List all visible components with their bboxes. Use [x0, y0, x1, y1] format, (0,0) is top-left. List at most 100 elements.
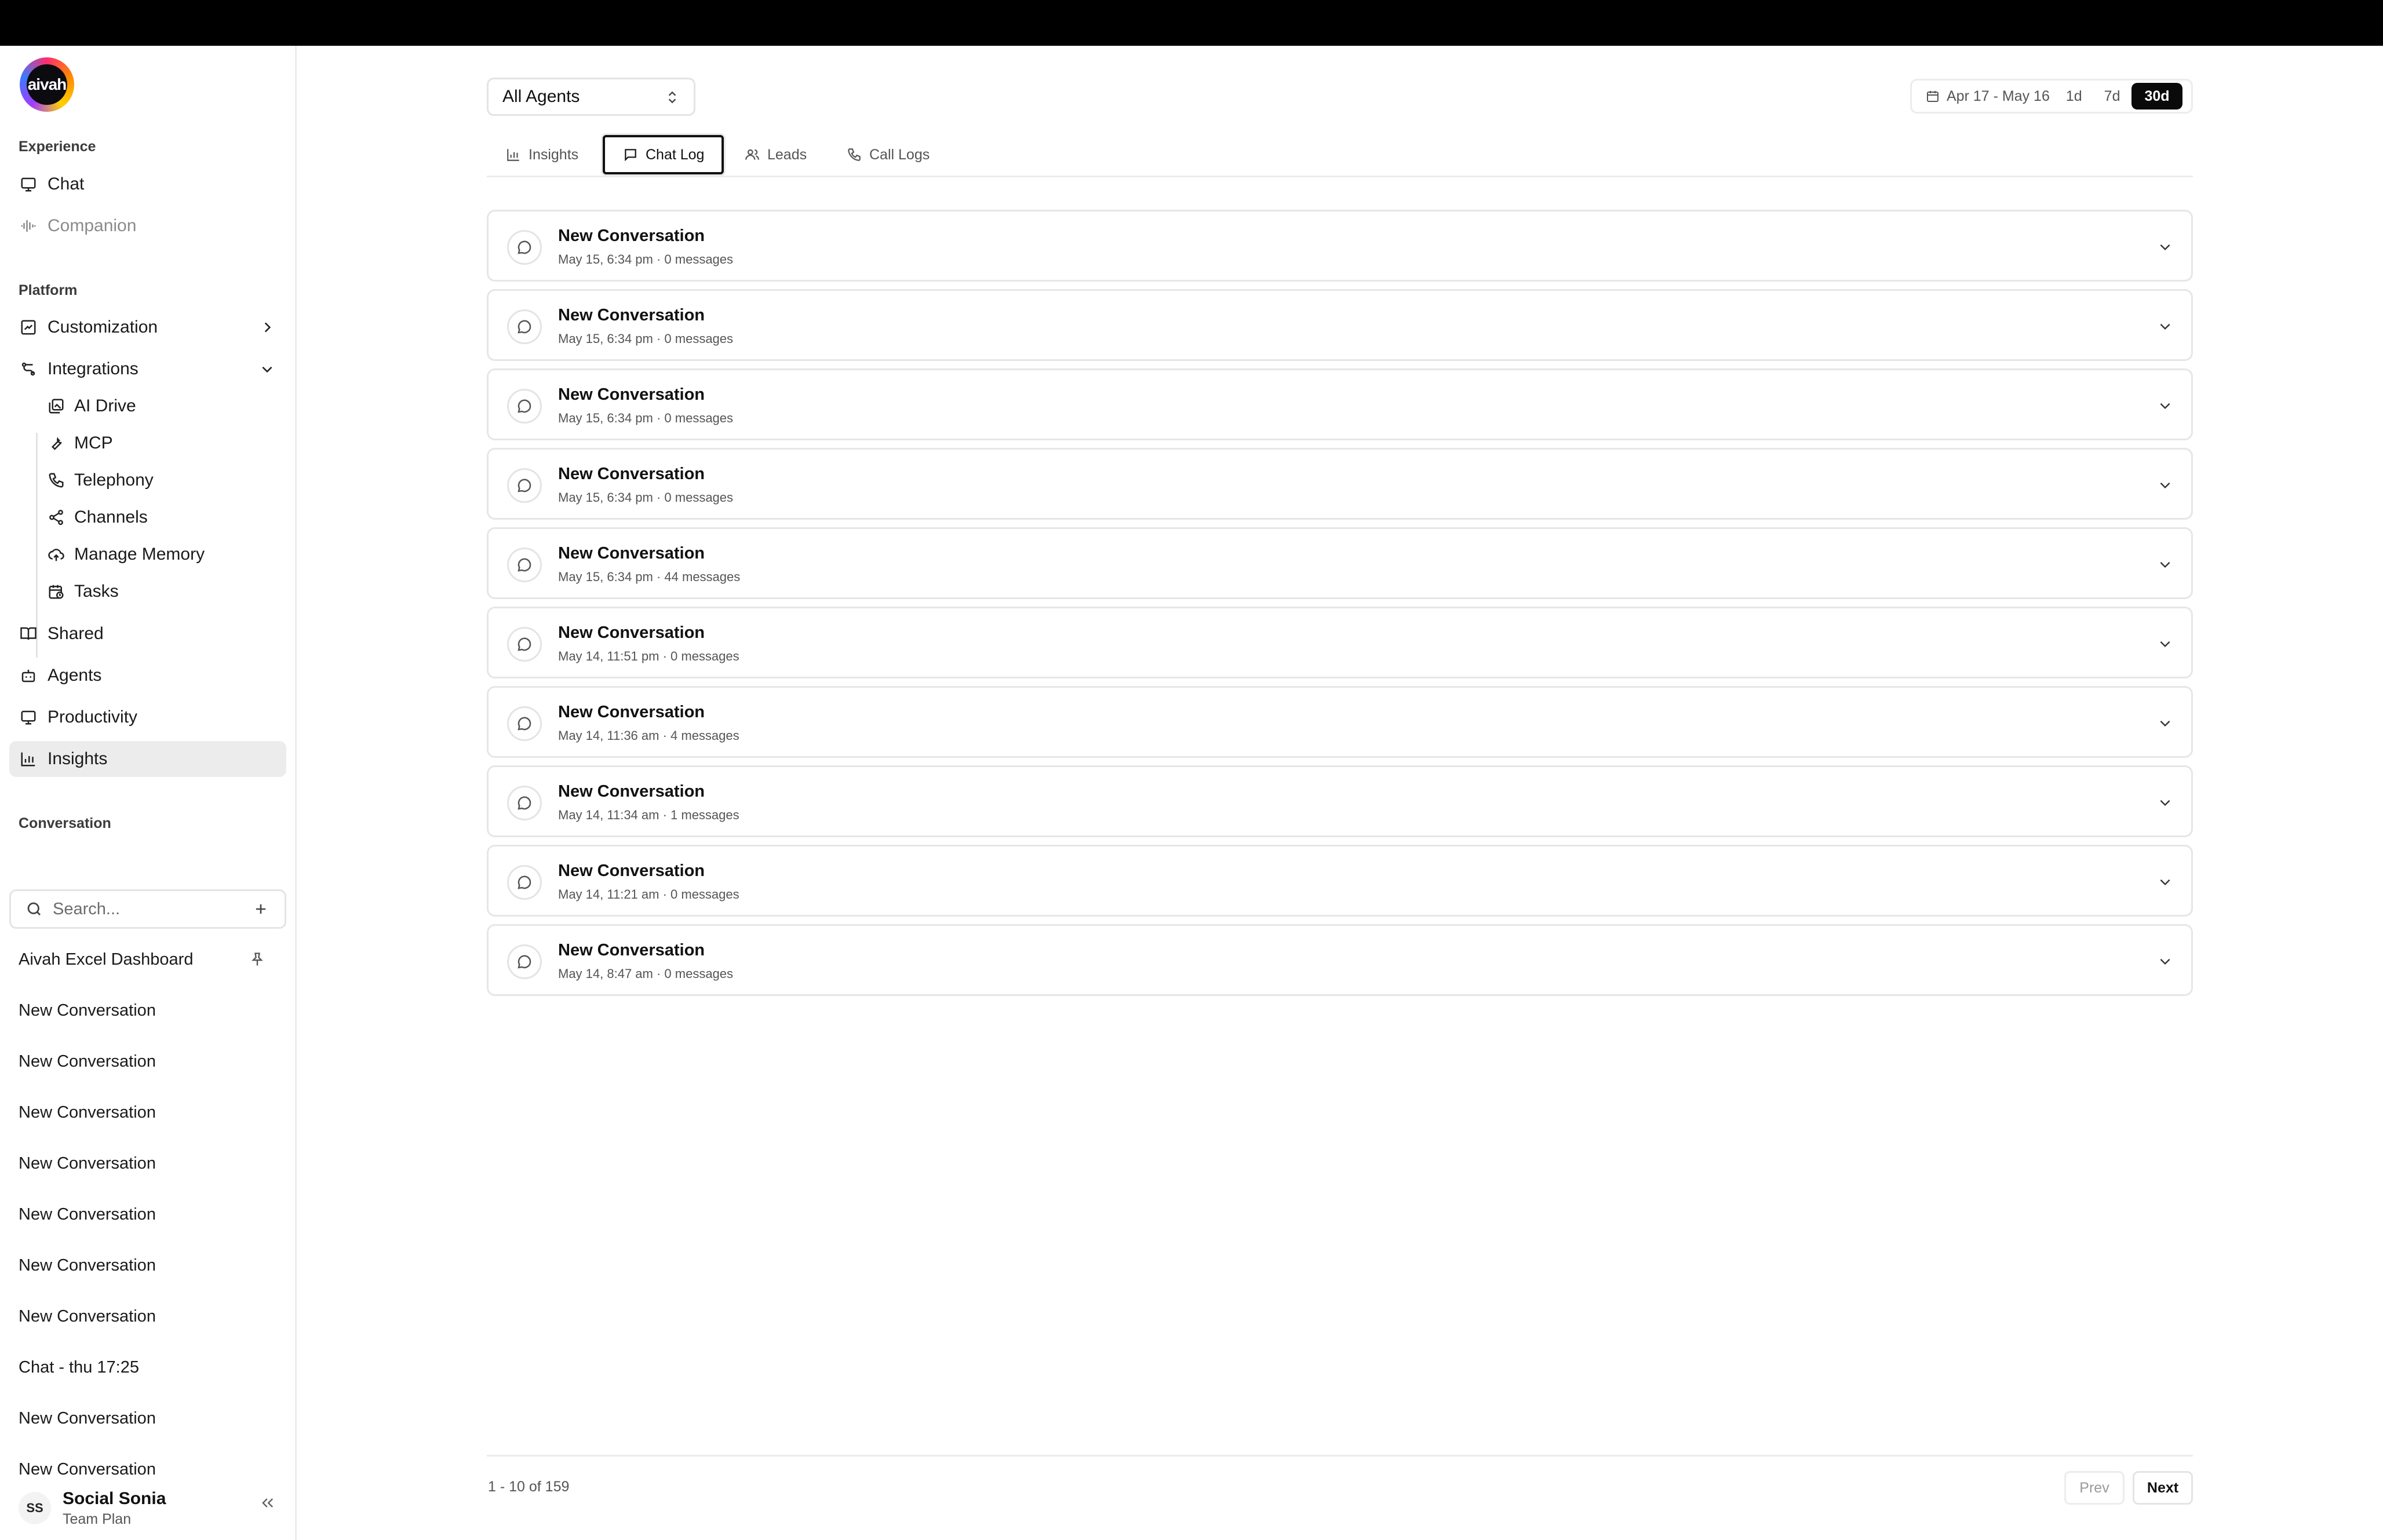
sidebar-subitem-channels[interactable]: Channels	[46, 499, 286, 535]
conversation-list-item[interactable]: New Conversation	[19, 993, 274, 1028]
conversation-list-item[interactable]: New Conversation	[19, 1095, 274, 1130]
row-title: New Conversation	[558, 623, 705, 642]
conversation-list-item[interactable]: New Conversation	[19, 1146, 274, 1181]
chevron-down-icon[interactable]	[2156, 635, 2174, 652]
conversation-title: New Conversation	[19, 1001, 156, 1020]
conversation-list-item[interactable]: New Conversation	[19, 1401, 274, 1436]
row-title: New Conversation	[558, 941, 705, 959]
avatar: SS	[19, 1492, 51, 1524]
pin-icon[interactable]	[248, 950, 267, 969]
sidebar: aivah Experience Chat Companion Platform…	[0, 46, 297, 1540]
chevron-down-icon[interactable]	[2156, 794, 2174, 811]
chat-log-row[interactable]: New Conversation May 15, 6:34 pm · 44 me…	[487, 527, 2193, 599]
tab-call-logs[interactable]: Call Logs	[846, 134, 930, 175]
tab-leads[interactable]: Leads	[744, 134, 807, 175]
date-range-picker[interactable]: Apr 17 - May 16	[1925, 88, 2050, 105]
sidebar-item-shared[interactable]: Shared	[9, 616, 286, 652]
tab-label: Insights	[529, 146, 579, 163]
book-open-icon	[19, 624, 38, 644]
conversation-list-item[interactable]: Aivah Excel Dashboard	[19, 942, 274, 977]
sidebar-subitem-label: Manage Memory	[74, 545, 205, 564]
conversation-list-item[interactable]: New Conversation	[19, 1197, 274, 1232]
chat-log-row[interactable]: New Conversation May 14, 11:34 am · 1 me…	[487, 765, 2193, 837]
chevron-down-icon[interactable]	[2156, 476, 2174, 494]
chat-log-row[interactable]: New Conversation May 15, 6:34 pm · 0 mes…	[487, 289, 2193, 361]
chevron-down-icon[interactable]	[2156, 953, 2174, 970]
chevron-right-icon	[258, 319, 276, 336]
conversation-search-input[interactable]: Search...	[9, 889, 286, 929]
user-profile[interactable]: SS Social Sonia Team Plan	[19, 1485, 166, 1531]
sidebar-item-label: Companion	[48, 216, 137, 235]
sidebar-item-insights[interactable]: Insights	[9, 741, 286, 777]
message-circle-icon	[507, 389, 542, 424]
calendar-icon	[1925, 88, 1941, 104]
sidebar-subitem-mcp[interactable]: MCP	[46, 425, 286, 461]
sidebar-item-integrations[interactable]: Integrations	[9, 351, 286, 387]
sidebar-subitem-ai-drive[interactable]: AI Drive	[46, 388, 286, 424]
conversation-title: New Conversation	[19, 1154, 156, 1173]
message-circle-icon	[507, 706, 542, 741]
users-icon	[744, 147, 760, 163]
range-1d-button[interactable]: 1d	[2058, 83, 2090, 110]
prev-page-button[interactable]: Prev	[2064, 1471, 2125, 1505]
range-7d-button[interactable]: 7d	[2096, 83, 2129, 110]
chevron-down-icon[interactable]	[2156, 238, 2174, 256]
conversation-list-item[interactable]: New Conversation	[19, 1248, 274, 1283]
footer-divider	[487, 1455, 2193, 1457]
collapse-sidebar-icon[interactable]	[258, 1494, 277, 1512]
chevron-down-icon[interactable]	[2156, 873, 2174, 891]
sidebar-item-agents[interactable]: Agents	[9, 658, 286, 694]
next-page-button[interactable]: Next	[2133, 1471, 2193, 1505]
sidebar-item-customization[interactable]: Customization	[9, 309, 286, 345]
range-30d-button[interactable]: 30d	[2131, 83, 2182, 110]
sidebar-subitem-label: AI Drive	[74, 396, 136, 415]
calendar-clock-icon	[46, 582, 66, 601]
conversation-list-item[interactable]: Chat - thu 17:25	[19, 1350, 274, 1385]
conversation-title: New Conversation	[19, 1408, 156, 1428]
chat-log-row[interactable]: New Conversation May 14, 11:51 pm · 0 me…	[487, 607, 2193, 678]
chevron-down-icon[interactable]	[2156, 318, 2174, 335]
sidebar-item-companion[interactable]: Companion	[9, 208, 286, 244]
sidebar-subitem-telephony[interactable]: Telephony	[46, 462, 286, 498]
chevron-down-icon[interactable]	[2156, 556, 2174, 573]
brand-logo[interactable]: aivah	[20, 57, 74, 112]
conversation-list-item[interactable]: New Conversation	[19, 1452, 274, 1487]
message-circle-icon	[507, 627, 542, 662]
agent-select[interactable]: All Agents	[487, 78, 695, 116]
row-title: New Conversation	[558, 385, 705, 404]
sidebar-item-label: Agents	[48, 666, 102, 685]
audio-wave-icon	[19, 216, 38, 236]
sidebar-subitem-manage-memory[interactable]: Manage Memory	[46, 537, 286, 572]
pagination-info: 1 - 10 of 159	[488, 1479, 570, 1495]
row-meta: May 14, 11:21 am · 0 messages	[558, 887, 739, 902]
conversation-list-item[interactable]: New Conversation	[19, 1299, 274, 1334]
row-meta: May 15, 6:34 pm · 0 messages	[558, 331, 734, 346]
sidebar-subitem-tasks[interactable]: Tasks	[46, 574, 286, 610]
monitor-icon	[19, 707, 38, 727]
sidebar-item-label: Integrations	[48, 359, 139, 378]
tab-insights[interactable]: Insights	[505, 134, 578, 175]
sidebar-item-chat[interactable]: Chat	[9, 166, 286, 202]
new-conversation-plus-icon[interactable]	[252, 900, 269, 918]
chat-log-row[interactable]: New Conversation May 15, 6:34 pm · 0 mes…	[487, 210, 2193, 282]
message-circle-icon	[507, 548, 542, 582]
integrations-icon	[19, 359, 38, 379]
cloud-upload-icon	[46, 545, 66, 564]
tab-chat-log[interactable]: Chat Log	[603, 135, 724, 174]
conversation-list-item[interactable]: New Conversation	[19, 1044, 274, 1079]
chat-log-row[interactable]: New Conversation May 15, 6:34 pm · 0 mes…	[487, 368, 2193, 440]
customize-icon	[19, 318, 38, 337]
row-title: New Conversation	[558, 862, 705, 880]
chevron-down-icon[interactable]	[2156, 714, 2174, 732]
date-range-label: Apr 17 - May 16	[1947, 87, 2050, 104]
sidebar-item-label: Shared	[48, 624, 104, 643]
row-meta: May 15, 6:34 pm · 0 messages	[558, 411, 734, 425]
sidebar-item-productivity[interactable]: Productivity	[9, 699, 286, 735]
conversation-title: New Conversation	[19, 1256, 156, 1275]
chevron-down-icon[interactable]	[2156, 397, 2174, 414]
chat-log-row[interactable]: New Conversation May 14, 11:21 am · 0 me…	[487, 845, 2193, 917]
chat-log-row[interactable]: New Conversation May 14, 8:47 am · 0 mes…	[487, 924, 2193, 996]
chat-log-row[interactable]: New Conversation May 15, 6:34 pm · 0 mes…	[487, 448, 2193, 520]
chat-log-row[interactable]: New Conversation May 14, 11:36 am · 4 me…	[487, 686, 2193, 758]
window-top-bar	[0, 0, 2383, 46]
